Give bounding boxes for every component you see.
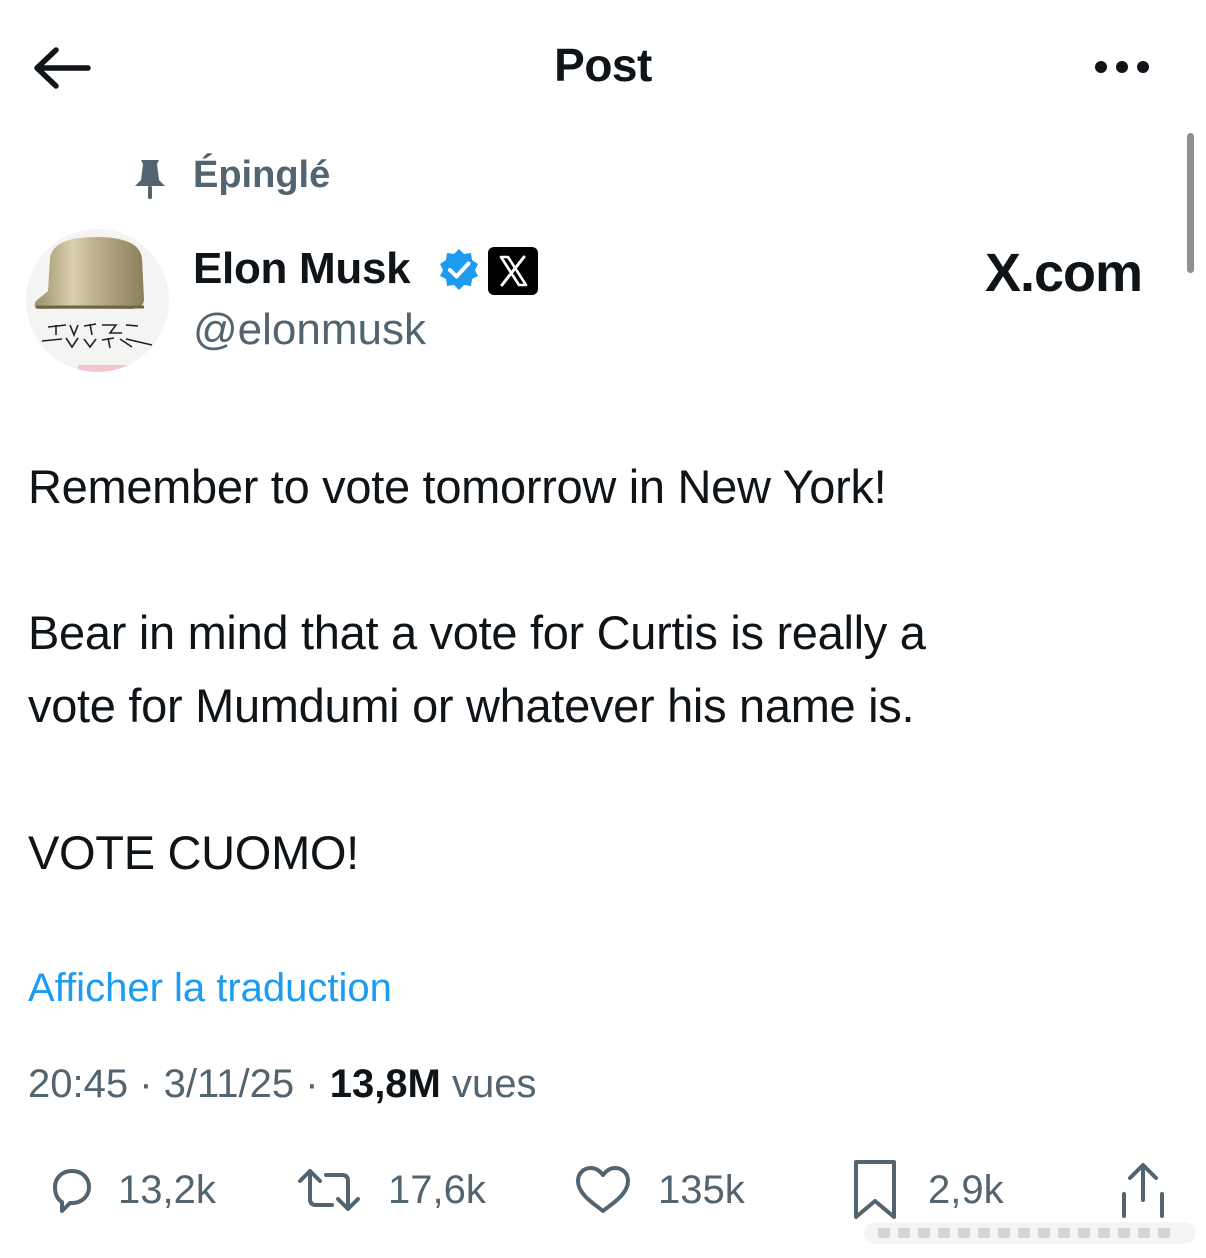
- bookmark-count: 2,9k: [928, 1167, 1004, 1212]
- scrollbar[interactable]: [1187, 133, 1194, 273]
- like-button[interactable]: 135k: [574, 1158, 745, 1222]
- more-options-button[interactable]: [1092, 56, 1152, 78]
- repost-count: 17,6k: [388, 1167, 486, 1212]
- share-button[interactable]: [1118, 1158, 1168, 1222]
- pin-icon: [132, 158, 168, 200]
- heart-icon: [576, 1166, 630, 1213]
- x-logo-badge-icon[interactable]: [488, 247, 538, 295]
- reply-count: 13,2k: [118, 1167, 216, 1212]
- post-meta: 20:45 · 3/11/25 · 13,8M vues: [28, 1062, 536, 1107]
- views-label: vues: [440, 1062, 537, 1106]
- repost-icon: [298, 1169, 360, 1211]
- like-count: 135k: [658, 1167, 745, 1212]
- bookmark-icon: [854, 1160, 896, 1219]
- reply-icon: [53, 1169, 91, 1213]
- meta-separator: ·: [294, 1062, 330, 1106]
- meta-separator: ·: [128, 1062, 164, 1106]
- author-name[interactable]: Elon Musk: [193, 244, 411, 294]
- show-translation-link[interactable]: Afficher la traduction: [28, 966, 392, 1011]
- post-text-line: VOTE CUOMO!: [28, 826, 359, 879]
- post-text-line: vote for Mumdumi or whatever his name is…: [28, 679, 915, 732]
- post-time[interactable]: 20:45: [28, 1062, 128, 1106]
- share-icon: [1122, 1163, 1164, 1218]
- affiliation-label[interactable]: X.com: [985, 242, 1143, 304]
- page-title: Post: [554, 39, 652, 91]
- author-handle[interactable]: @elonmusk: [193, 305, 426, 355]
- reply-button[interactable]: 13,2k: [52, 1158, 216, 1222]
- verified-badge-icon: [437, 247, 481, 291]
- post-text-line: Bear in mind that a vote for Curtis is r…: [28, 606, 926, 659]
- bookmark-button[interactable]: 2,9k: [848, 1158, 1004, 1222]
- views-count: 13,8M: [329, 1062, 441, 1106]
- repost-button[interactable]: 17,6k: [296, 1158, 486, 1222]
- post-date[interactable]: 3/11/25: [164, 1062, 295, 1106]
- post-text-line: Remember to vote tomorrow in New York!: [28, 460, 887, 513]
- avatar[interactable]: [26, 229, 169, 372]
- more-horizontal-icon: [1095, 61, 1149, 73]
- pinned-label: Épinglé: [193, 154, 331, 196]
- watermark: [864, 1214, 1196, 1250]
